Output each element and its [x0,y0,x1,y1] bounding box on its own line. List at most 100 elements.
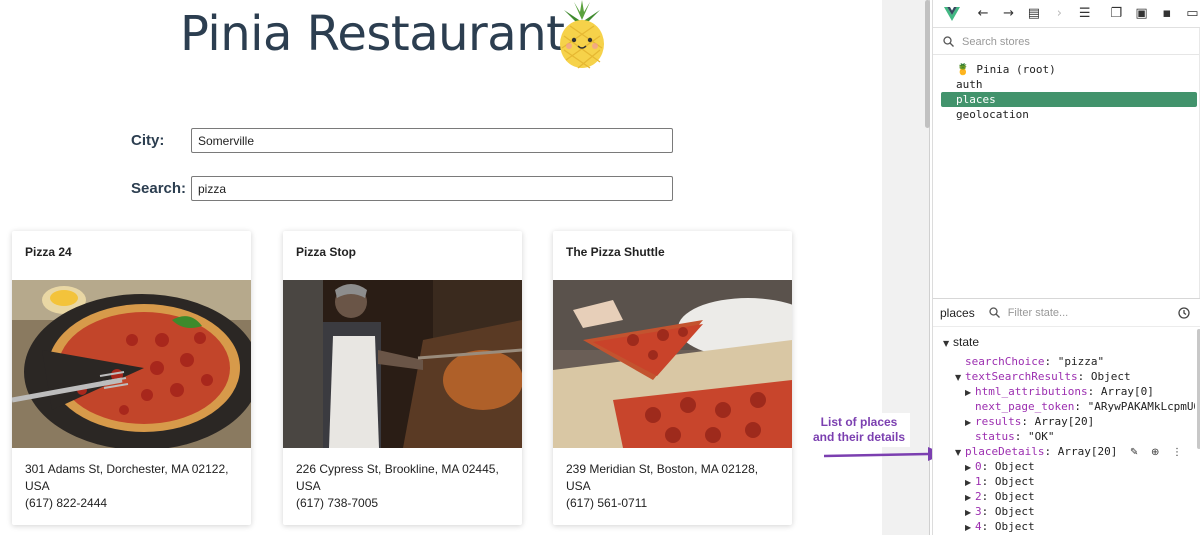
annotation-label: List of places and their details [808,413,910,447]
folder-icon[interactable]: ▭ [1184,5,1200,23]
restaurant-address: 226 Cypress St, Brookline, MA 02445, USA… [296,461,511,512]
tree-row-item[interactable]: ▶ 1: Object [933,474,1195,489]
expand-arrow-icon[interactable]: ▼ [955,370,965,385]
page-title: Pinia Restaurants [180,6,589,62]
store-list: 🍍 Pinia (root) auth places geolocation [933,62,1200,122]
tree-row: next_page_token: "ARywPAKAMkLcpmUQ9 [933,399,1195,414]
restaurant-name: Pizza Stop [296,245,357,259]
restaurant-card[interactable]: Pizza Stop 226 Cypress St, Brookline, MA… [283,231,522,525]
page-scrollbar-thumb[interactable] [925,0,930,128]
tree-row[interactable]: ▶ results: Array[20] [933,414,1195,429]
state-key: next_page_token [975,400,1075,413]
phone-number: (617) 822-2444 [25,496,108,510]
collapse-arrow-icon[interactable]: ▶ [965,490,975,505]
list-icon[interactable]: ☰ [1076,5,1093,23]
state-value: Array[20] [1057,445,1118,458]
restaurant-app: Pinia Restaurants City: Search: Pizza 24 [0,0,882,535]
annotation-arrow-icon [824,447,944,461]
tree-row[interactable]: ▼ textSearchResults: Object [933,369,1195,384]
state-value: Array[0] [1100,385,1154,398]
search-label: Search: [131,180,187,197]
phone-number: (617) 561-0711 [566,496,648,510]
address-text: 239 Meridian St, Boston, MA 02128, USA [566,462,759,493]
store-item-root[interactable]: 🍍 Pinia (root) [933,62,1200,77]
store-item-geolocation[interactable]: geolocation [933,107,1200,122]
history-icon[interactable] [1177,306,1191,320]
address-text: 301 Adams St, Dorchester, MA 02122, USA [25,462,229,493]
search-icon [943,36,954,47]
search-row: Search: [131,176,673,201]
tree-row-state[interactable]: ▼ state [933,335,1195,350]
filter-state-placeholder: Filter state... [1007,306,1069,319]
store-item-places[interactable]: places [941,92,1197,107]
state-key: textSearchResults [965,370,1078,383]
city-label: City: [131,132,165,149]
state-key: 1 [975,475,982,488]
back-arrow-icon[interactable]: ← [974,5,991,23]
store-search-placeholder: Search stores [962,35,1030,48]
tree-row-item[interactable]: ▶ 2: Object [933,489,1195,504]
state-value: Object [994,520,1035,533]
state-value: Object [994,460,1035,473]
collapse-arrow-icon[interactable]: ▶ [965,385,975,400]
restaurant-photo [553,280,792,448]
pinia-logo-icon [560,0,604,69]
annotation-line-1: List of places [820,415,898,429]
search-input[interactable] [191,176,673,201]
state-key: 2 [975,490,982,503]
save-icon[interactable]: ▪ [1158,5,1175,23]
collapse-arrow-icon[interactable]: ▶ [965,415,975,430]
state-key: 4 [975,520,982,533]
restaurant-card[interactable]: The Pizza Shuttle 239 Meridian St, Bosto… [553,231,792,525]
state-key: searchChoice [965,355,1045,368]
restaurant-card[interactable]: Pizza 24 301 Adams St, Dorchester, MA 02… [12,231,251,525]
restaurant-photo [12,280,251,448]
state-value: Object [994,505,1035,518]
tree-row-item[interactable]: ▶ 3: Object [933,504,1195,519]
pinia-devtools: ← → ▤ › ☰ ❐ ▣ ▪ ▭ Search stores 🍍 Pinia … [932,0,1200,535]
store-item-auth[interactable]: auth [933,77,1200,92]
state-inspector: places Filter state... ▼ state searchChoi… [933,298,1200,535]
filter-search-icon [989,307,1000,318]
state-key: results [975,415,1022,428]
clipboard-icon[interactable]: ▣ [1133,5,1150,23]
tree-row-item[interactable]: ▶ 0: Object [933,459,1195,474]
add-item-icon[interactable]: ⊕ [1151,445,1159,460]
inspected-store-name: places [940,305,975,320]
vue-logo-icon [943,5,960,23]
tree-row: status: "OK" [975,430,1055,443]
restaurant-name: The Pizza Shuttle [566,245,665,259]
calendar-icon[interactable]: ▤ [1025,5,1042,23]
forward-arrow-icon[interactable]: → [1000,5,1017,23]
state-value: Object [994,490,1035,503]
tree-row-place-details[interactable]: ▼ placeDetails: Array[20] ✎ ⊕ ⋮ [933,444,1195,459]
restaurant-name: Pizza 24 [25,245,72,259]
copy-icon[interactable]: ❐ [1107,5,1124,23]
store-search-bar[interactable]: Search stores [933,29,1200,55]
annotation-line-2: and their details [812,430,906,444]
state-key: 0 [975,460,982,473]
collapse-arrow-icon[interactable]: ▶ [965,475,975,490]
chevron-right-icon: › [1056,6,1062,21]
collapse-arrow-icon[interactable]: ▶ [965,460,975,475]
state-key: placeDetails [965,445,1045,458]
state-value: "OK" [1028,430,1055,443]
edit-pencil-icon[interactable]: ✎ [1130,445,1138,460]
state-key: 3 [975,505,982,518]
expand-arrow-icon[interactable]: ▼ [955,445,965,460]
expand-arrow-icon[interactable]: ▼ [943,336,953,351]
state-filter-bar[interactable]: places Filter state... [933,299,1200,327]
tree-row-item[interactable]: ▶ 4: Object [933,519,1195,534]
state-section-title: state [953,335,980,349]
city-input[interactable] [191,128,673,153]
collapse-arrow-icon[interactable]: ▶ [965,520,975,534]
state-key: html_attributions [975,385,1088,398]
more-menu-icon[interactable]: ⋮ [1172,445,1182,460]
state-value: Array[20] [1034,415,1095,428]
restaurant-address: 301 Adams St, Dorchester, MA 02122, USA … [25,461,240,512]
collapse-arrow-icon[interactable]: ▶ [965,505,975,520]
tree-row[interactable]: ▶ html_attributions: Array[0] [933,384,1195,399]
state-tree: ▼ state searchChoice: "pizza" ▼ textSearch… [933,335,1195,534]
state-key: status [975,430,1015,443]
restaurant-address: 239 Meridian St, Boston, MA 02128, USA (… [566,461,781,512]
